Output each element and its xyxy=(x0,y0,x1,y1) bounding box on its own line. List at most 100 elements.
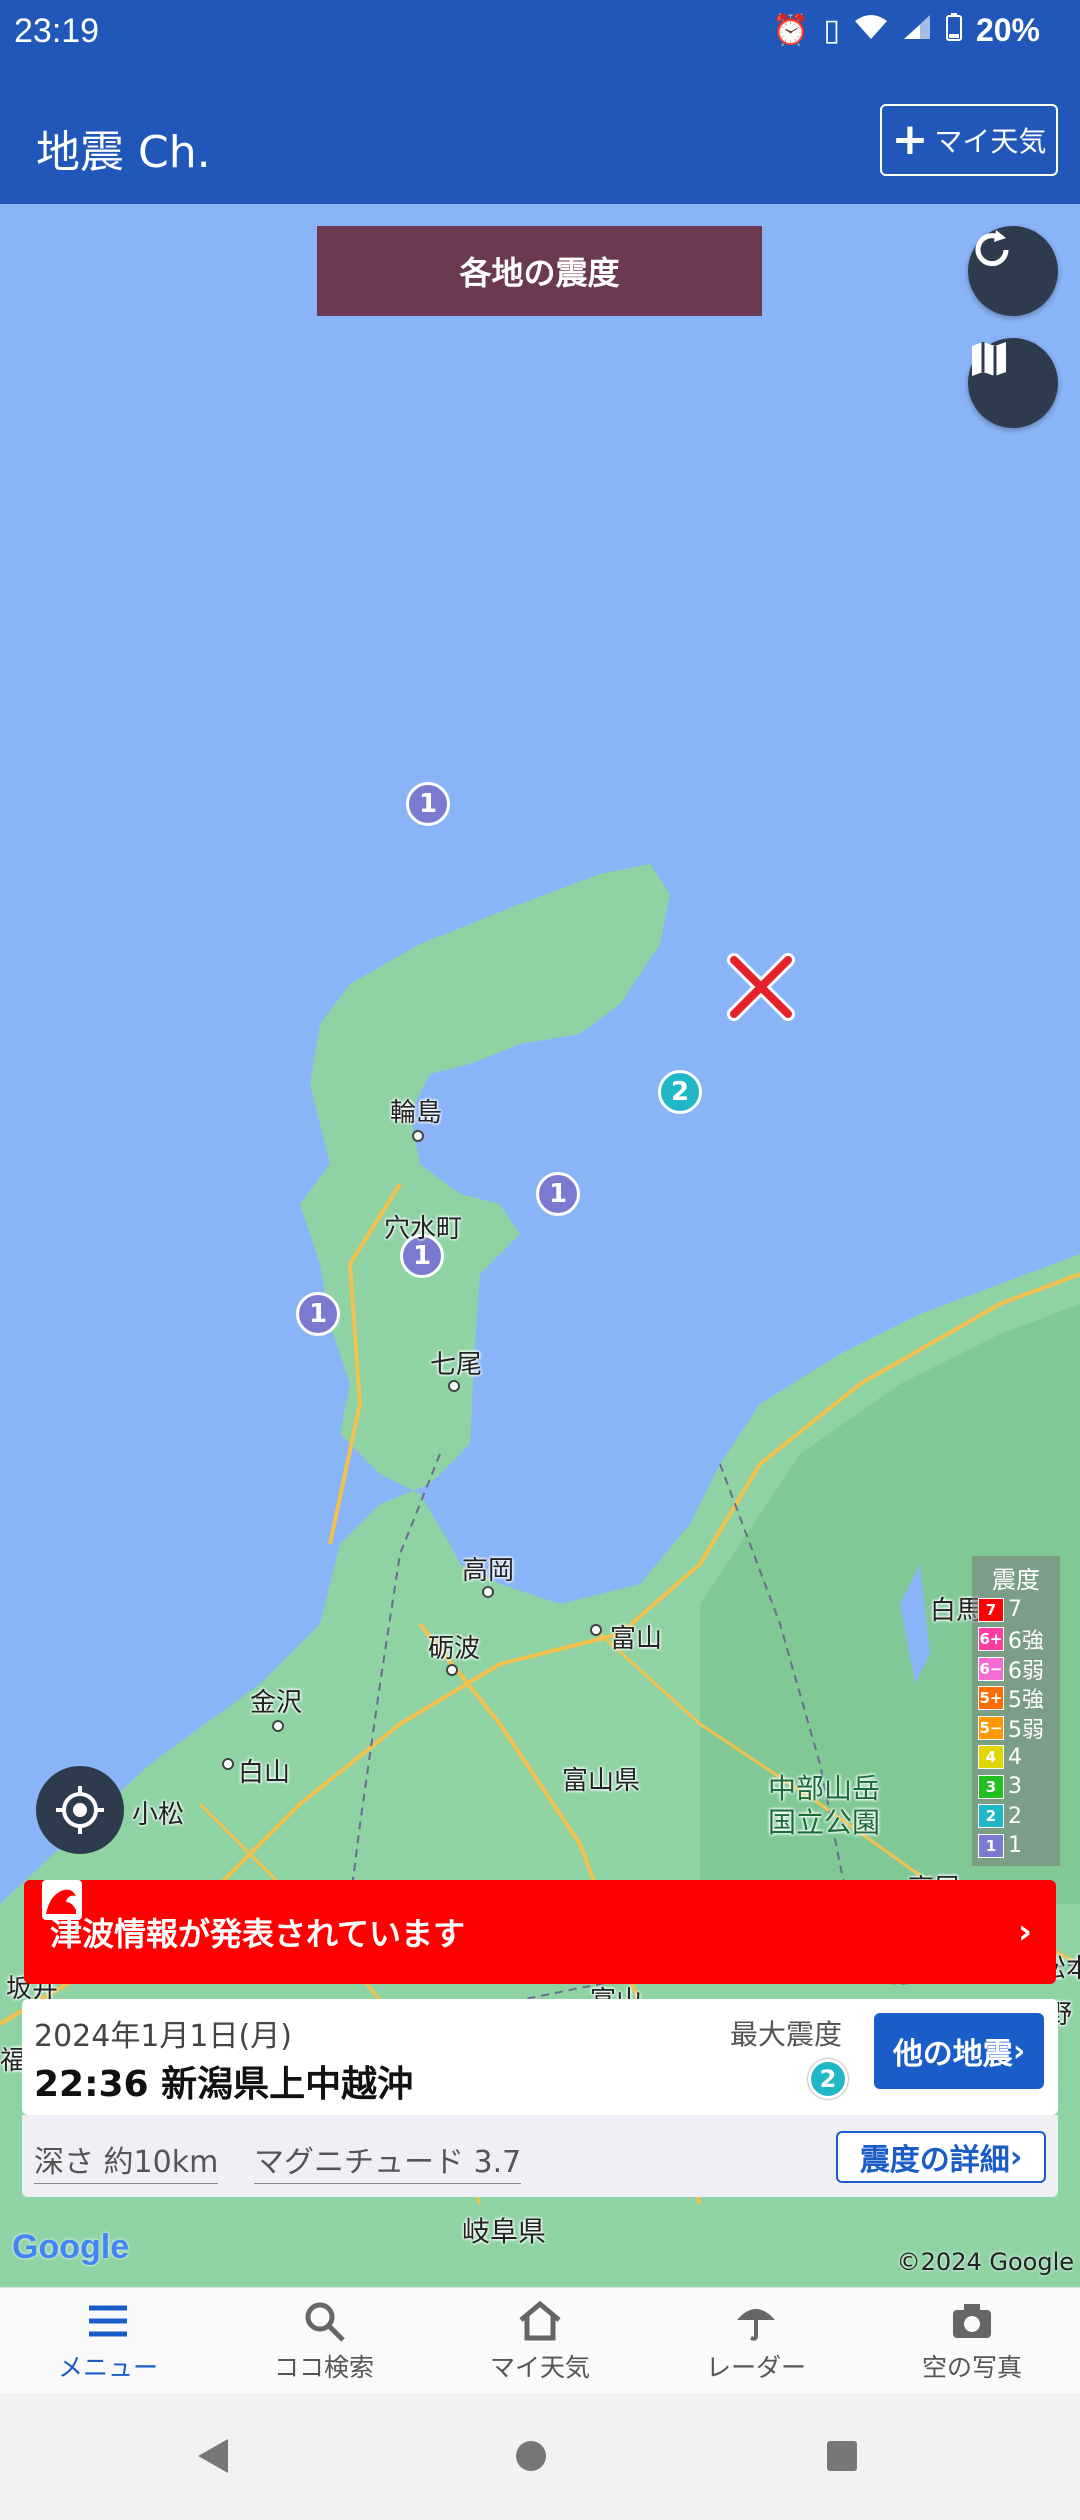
place-label: 七尾 xyxy=(430,1350,483,1380)
legend-row: 6− 6弱 xyxy=(972,1654,1060,1684)
place-dot xyxy=(222,1758,234,1770)
camera-icon xyxy=(953,2303,991,2338)
my-location-button[interactable] xyxy=(36,1766,124,1854)
map-title: 各地の震度 xyxy=(317,226,762,316)
home-circle-icon[interactable] xyxy=(514,2439,548,2473)
place-label: 小松 xyxy=(132,1800,185,1830)
plus-icon: + xyxy=(891,114,929,165)
bottom-nav: メニュー ココ検索 マイ天気 レーダー 空の写真 xyxy=(0,2287,1080,2393)
umbrella-icon xyxy=(737,2308,775,2341)
legend-badge: 2 xyxy=(978,1804,1004,1829)
legend-label: 1 xyxy=(1008,1833,1022,1859)
nav-search[interactable]: ココ検索 xyxy=(216,2288,432,2393)
place-label: 穴水町 xyxy=(384,1214,463,1244)
search-icon xyxy=(305,2302,345,2342)
quake-info-card[interactable]: 2024年1月1日(月) 22:36 新潟県上中越沖 最大震度 2 他の地震 › xyxy=(22,1999,1058,2115)
quake-date: 2024年1月1日(月) xyxy=(34,2019,292,2054)
tsunami-text: 津波情報が発表されています xyxy=(50,1915,466,1953)
status-bar: 23:19 ⏰ ▯ 20% xyxy=(0,0,1080,66)
legend-row: 33 xyxy=(972,1772,1060,1802)
place-label: 富山 xyxy=(610,1624,663,1654)
place-dot xyxy=(448,1380,460,1392)
wave-icon xyxy=(42,1880,82,1920)
map-view[interactable]: 各地の震度 1 2 1 1 1 輪島 穴水町 七尾 高岡 砺波 富山 金沢 白山… xyxy=(0,204,1080,2287)
wifi-icon xyxy=(854,13,888,49)
place-label: 金沢 xyxy=(250,1688,303,1718)
legend-badge: 6+ xyxy=(978,1627,1004,1652)
nav-label: ココ検索 xyxy=(273,2352,374,2382)
quake-headline: 22:36 新潟県上中越沖 xyxy=(34,2064,414,2105)
legend-row: 5+ 5強 xyxy=(972,1684,1060,1714)
place-label: 輪島 xyxy=(390,1098,443,1128)
legend-row: 22 xyxy=(972,1802,1060,1832)
intensity-detail-button[interactable]: 震度の詳細 › xyxy=(836,2131,1046,2183)
map-icon xyxy=(972,342,1006,376)
x-mark-icon xyxy=(727,953,795,1021)
nav-sky-photo[interactable]: 空の写真 xyxy=(864,2288,1080,2393)
legend-badge: 6− xyxy=(978,1656,1004,1681)
quake-depth: 深さ 約10km xyxy=(34,2137,219,2184)
intensity-marker[interactable]: 2 xyxy=(658,1070,702,1114)
google-logo: Google xyxy=(12,2228,130,2266)
chevron-right-icon: › xyxy=(1009,2139,1023,2175)
place-label: 高岡 xyxy=(462,1556,515,1586)
app-title: 地震 Ch. xyxy=(36,127,211,178)
nav-label: メニュー xyxy=(57,2352,158,2382)
battery-icon xyxy=(945,12,962,49)
legend-label: 3 xyxy=(1008,1774,1022,1800)
legend-row: 5− 5弱 xyxy=(972,1713,1060,1743)
app-bar: 地震 Ch. + マイ天気 xyxy=(0,66,1080,204)
add-my-weather-label: マイ天気 xyxy=(934,125,1047,158)
legend-label: 4 xyxy=(1008,1744,1022,1770)
place-dot xyxy=(482,1586,494,1598)
legend-badge: 4 xyxy=(978,1745,1004,1770)
legend-row: 44 xyxy=(972,1743,1060,1773)
legend-row: 6+ 6強 xyxy=(972,1625,1060,1655)
nav-my-weather[interactable]: マイ天気 xyxy=(432,2288,648,2393)
place-dot xyxy=(590,1624,602,1636)
chevron-right-icon: › xyxy=(1012,2033,1026,2069)
legend-label: 6弱 xyxy=(1008,1658,1044,1684)
legend-badge: 5+ xyxy=(978,1686,1004,1711)
map-attribution: ©2024 Google xyxy=(896,2248,1074,2276)
add-my-weather-button[interactable]: + マイ天気 xyxy=(880,104,1058,176)
quake-magnitude: マグニチュード 3.7 xyxy=(254,2137,522,2184)
quake-details-bar: 深さ 約10km マグニチュード 3.7 震度の詳細 › xyxy=(22,2115,1058,2197)
place-label: 富山県 xyxy=(562,1766,641,1796)
legend-label: 5強 xyxy=(1008,1688,1044,1714)
legend-badge: 5− xyxy=(978,1715,1004,1740)
legend-title: 震度 xyxy=(992,1566,1040,1594)
recents-icon[interactable] xyxy=(825,2439,859,2473)
back-icon[interactable] xyxy=(196,2437,230,2475)
crosshair-icon xyxy=(56,1786,104,1834)
intensity-marker[interactable]: 1 xyxy=(296,1292,340,1336)
max-intensity-badge: 2 xyxy=(808,2059,848,2099)
nav-label: レーダー xyxy=(705,2352,806,2382)
map-type-button[interactable] xyxy=(968,338,1058,428)
other-quakes-button[interactable]: 他の地震 › xyxy=(874,2013,1044,2089)
place-label: 岐阜県 xyxy=(462,2215,547,2248)
nav-label: マイ天気 xyxy=(489,2352,590,2382)
legend-label: 2 xyxy=(1008,1803,1022,1829)
legend-label: 6強 xyxy=(1008,1629,1044,1655)
place-label: 砺波 xyxy=(428,1634,481,1664)
intensity-marker[interactable]: 1 xyxy=(406,782,450,826)
nav-radar[interactable]: レーダー xyxy=(648,2288,864,2393)
nav-menu[interactable]: メニュー xyxy=(0,2288,216,2393)
place-dot xyxy=(412,1130,424,1142)
signal-icon xyxy=(902,13,932,49)
max-intensity-label: 最大震度 xyxy=(730,2018,843,2051)
place-label: 白山 xyxy=(238,1758,291,1788)
legend-row: 77 xyxy=(972,1595,1060,1625)
home-icon xyxy=(519,2300,561,2340)
tsunami-banner[interactable]: 津波情報が発表されています › xyxy=(24,1880,1056,1984)
legend-badge: 3 xyxy=(978,1774,1004,1799)
park-label: 中部山岳 国立公園 xyxy=(768,1772,881,1839)
status-time: 23:19 xyxy=(14,12,100,50)
place-dot xyxy=(272,1720,284,1732)
legend-label: 5弱 xyxy=(1008,1717,1044,1743)
vibrate-icon: ▯ xyxy=(823,14,840,47)
legend-badge: 1 xyxy=(978,1833,1004,1858)
refresh-button[interactable] xyxy=(968,226,1058,316)
intensity-marker[interactable]: 1 xyxy=(536,1172,580,1216)
